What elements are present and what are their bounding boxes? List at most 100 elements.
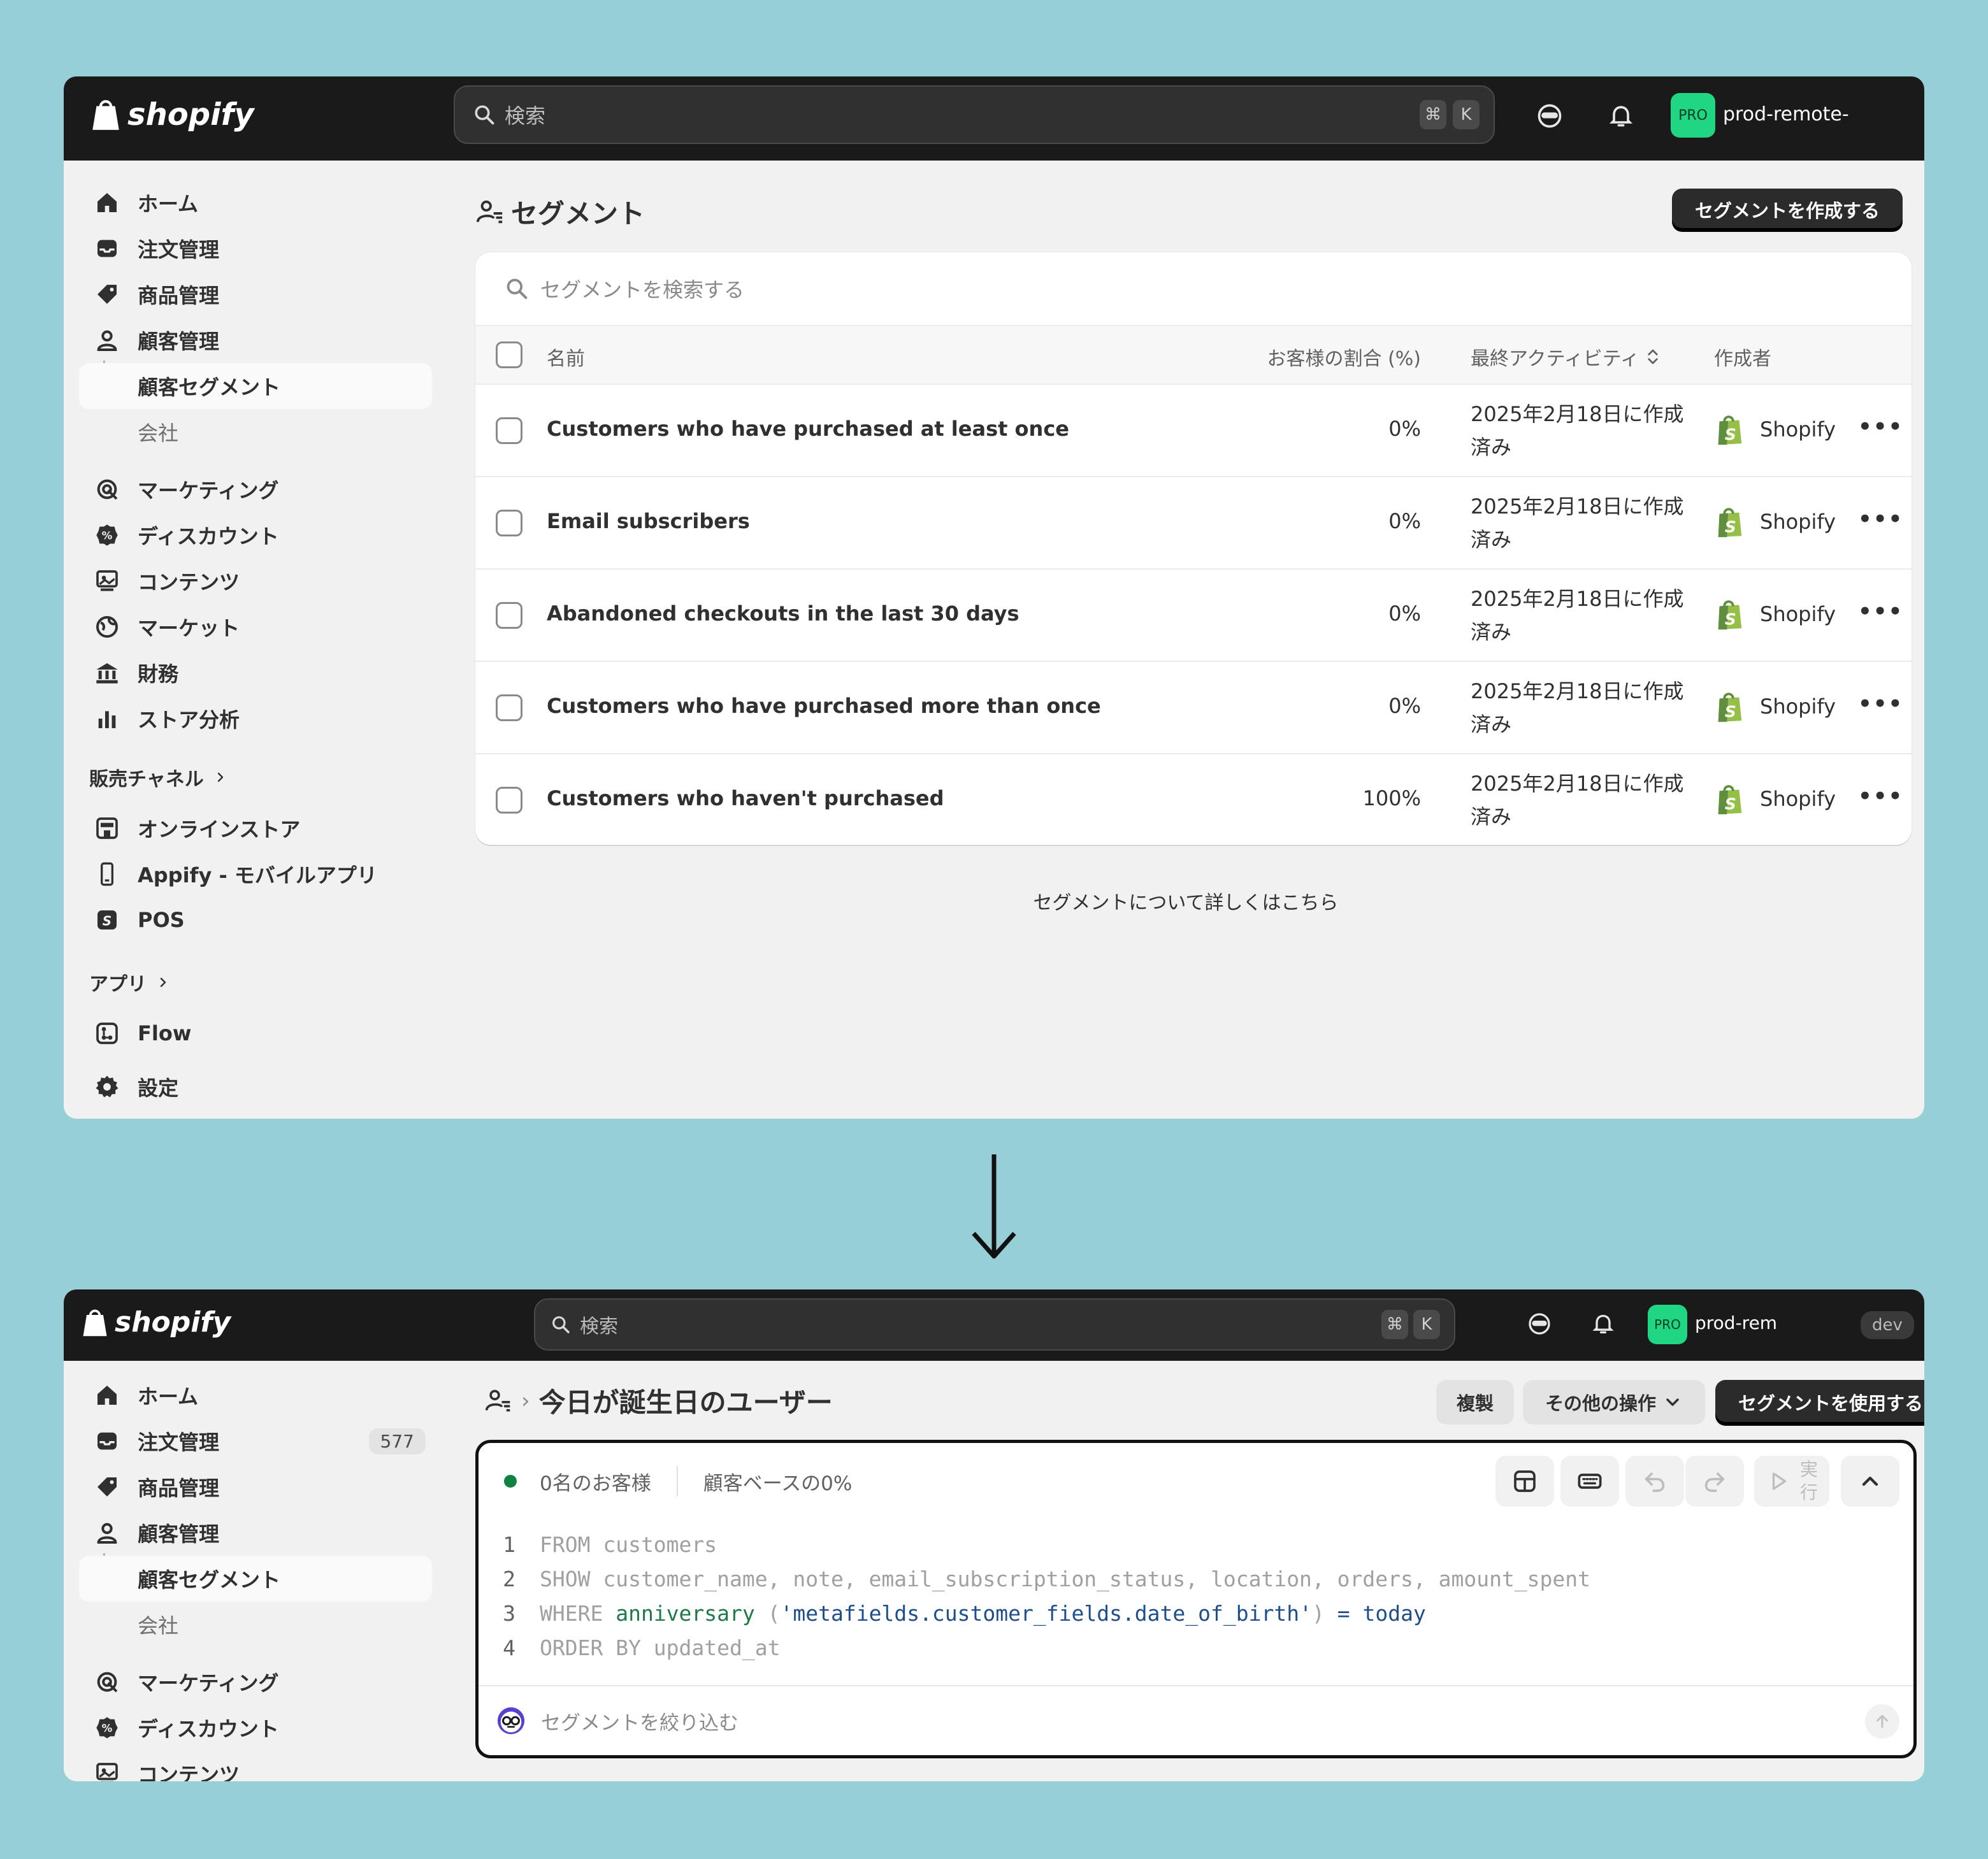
segment-name[interactable]: Abandoned checkouts in the last 30 days — [547, 601, 1019, 626]
segment-search-input[interactable]: セグメントを検索する — [475, 252, 1912, 325]
sidebar-item-orders[interactable]: 注文管理 577 — [79, 1418, 432, 1464]
bell-icon[interactable] — [1607, 102, 1635, 130]
filter-prompt-input[interactable]: セグメントを絞り込む — [479, 1685, 1913, 1755]
store-name[interactable]: prod-remote- — [1723, 103, 1857, 126]
sidebar-item-label: マーケティング — [138, 1671, 279, 1695]
sidebar-item-discounts[interactable]: ディスカウント — [79, 512, 432, 558]
bell-icon[interactable] — [1590, 1311, 1616, 1337]
sidebar-item-label: 注文管理 — [138, 1430, 220, 1454]
sidebar-item-markets[interactable]: マーケット — [79, 604, 432, 650]
code-editor[interactable]: 1 FROM customers 2 SHOW customer_name, note… — [479, 1527, 1913, 1671]
sidebar-item-settings[interactable]: 設定 — [79, 1064, 432, 1110]
segment-name[interactable]: Customers who haven't purchased — [547, 786, 944, 810]
sidebar-item-companies[interactable]: 会社 — [79, 409, 432, 455]
collapse-button[interactable] — [1841, 1456, 1899, 1507]
segment-activity: 2025年2月18日に作成済み — [1471, 402, 1684, 459]
sidebar-item-label: 設定 — [138, 1076, 179, 1100]
sidebar-item-content[interactable]: コンテンツ — [79, 558, 432, 604]
segment-name[interactable]: Customers who have purchased more than o… — [547, 694, 1101, 718]
sales-channels-heading[interactable]: 販売チャネル — [89, 763, 228, 791]
sidebar-item-orders[interactable]: 注文管理 — [79, 226, 432, 271]
more-actions-button[interactable]: その他の操作 — [1523, 1380, 1705, 1425]
shopify-logo[interactable]: shopify — [80, 1306, 231, 1339]
sidebar-item-marketing[interactable]: マーケティング — [79, 1659, 432, 1705]
learn-more-link[interactable]: セグメントについて詳しくはこちら — [447, 887, 1924, 915]
code-line[interactable]: 2 SHOW customer_name, note, email_subscri… — [479, 1561, 1590, 1596]
more-actions-icon[interactable]: ••• — [1858, 784, 1903, 809]
search-icon — [473, 103, 496, 126]
row-checkbox[interactable] — [496, 417, 522, 444]
sidebar-item-analytics[interactable]: ストア分析 — [79, 696, 432, 742]
sidebar-item-online-store[interactable]: オンラインストア — [79, 805, 432, 851]
segment-name[interactable]: Email subscribers — [547, 509, 750, 533]
code-line[interactable]: 1 FROM customers — [479, 1527, 717, 1561]
row-checkbox[interactable] — [496, 787, 522, 814]
row-checkbox[interactable] — [496, 602, 522, 629]
table-row[interactable]: Customers who haven't purchased 100% 202… — [475, 754, 1912, 845]
table-row[interactable]: Customers who have purchased more than o… — [475, 662, 1912, 754]
sidebar-item-home[interactable]: ホーム — [79, 180, 432, 226]
sidebar-item-flow[interactable]: Flow — [79, 1010, 432, 1056]
sidebar-item-content[interactable]: コンテンツ — [79, 1751, 432, 1781]
code-line[interactable]: 4 ORDER BY updated_at — [479, 1630, 780, 1665]
submit-button[interactable] — [1865, 1704, 1899, 1739]
code-token: = — [1337, 1600, 1350, 1626]
global-search-input[interactable]: 検索 ⌘ K — [454, 85, 1495, 144]
sidebar-item-discounts[interactable]: ディスカウント — [79, 1705, 432, 1751]
column-creator[interactable]: 作成者 — [1714, 343, 1771, 371]
sidebar-item-marketing[interactable]: マーケティング — [79, 466, 432, 512]
shopify-logo[interactable]: shopify — [89, 97, 254, 133]
layout-button[interactable] — [1495, 1456, 1554, 1507]
run-button[interactable]: 実行 — [1754, 1456, 1829, 1507]
sidebar-item-home[interactable]: ホーム — [79, 1372, 432, 1418]
search-placeholder: 検索 — [505, 104, 546, 128]
sidekick-icon[interactable] — [1527, 1311, 1552, 1337]
sidebar-item-customers[interactable]: 顧客管理 — [79, 317, 432, 363]
more-actions-icon[interactable]: ••• — [1858, 414, 1903, 440]
orders-icon — [94, 1428, 120, 1454]
chevron-up-icon — [1857, 1468, 1883, 1494]
keyboard-shortcuts-button[interactable] — [1560, 1456, 1619, 1507]
more-actions-icon[interactable]: ••• — [1858, 599, 1903, 624]
store-avatar[interactable]: PRO — [1671, 93, 1715, 138]
create-segment-button[interactable]: セグメントを作成する — [1672, 189, 1903, 231]
store-name[interactable]: prod-remote- — [1695, 1312, 1778, 1333]
apps-heading[interactable]: アプリ — [89, 968, 171, 996]
column-activity[interactable]: 最終アクティビティ — [1471, 343, 1662, 371]
sidebar-item-customer-segments[interactable]: 顧客セグメント — [79, 1556, 432, 1602]
column-share[interactable]: お客様の割合 (%) — [1267, 343, 1421, 371]
use-segment-button[interactable]: セグメントを使用する — [1715, 1380, 1924, 1425]
use-segment-label: セグメントを使用する — [1738, 1393, 1923, 1414]
sidebar-item-appify[interactable]: Appify - モバイルアプリ — [79, 851, 432, 897]
table-row[interactable]: Customers who have purchased at least on… — [475, 385, 1912, 477]
duplicate-button[interactable]: 複製 — [1436, 1380, 1514, 1425]
chevron-right-icon — [213, 770, 228, 785]
sidekick-icon[interactable] — [1536, 102, 1564, 130]
column-name[interactable]: 名前 — [547, 343, 585, 371]
store-avatar[interactable]: PRO — [1648, 1305, 1687, 1344]
gear-icon — [94, 1074, 120, 1100]
segment-name[interactable]: Customers who have purchased at least on… — [547, 417, 1069, 441]
segment-creator: Shopify — [1714, 598, 1836, 631]
global-search-input[interactable]: 検索 ⌘ K — [534, 1298, 1455, 1351]
redo-button[interactable] — [1685, 1456, 1744, 1507]
select-all-checkbox[interactable] — [496, 341, 522, 368]
sidebar-item-finance[interactable]: 財務 — [79, 650, 432, 696]
sidebar-item-customer-segments[interactable]: 顧客セグメント — [79, 363, 432, 409]
more-actions-icon[interactable]: ••• — [1858, 691, 1903, 717]
creator-name: Shopify — [1760, 510, 1836, 534]
sidebar-item-products[interactable]: 商品管理 — [79, 1464, 432, 1510]
segment-icon[interactable] — [484, 1387, 512, 1415]
table-row[interactable]: Email subscribers 0% 2025年2月18日に作成済み Sho… — [475, 477, 1912, 570]
sidebar-item-companies[interactable]: 会社 — [79, 1602, 432, 1647]
undo-button[interactable] — [1625, 1456, 1684, 1507]
sidebar-item-customers[interactable]: 顧客管理 — [79, 1510, 432, 1556]
row-checkbox[interactable] — [496, 694, 522, 721]
more-actions-icon[interactable]: ••• — [1858, 506, 1903, 532]
code-line[interactable]: 3 WHERE anniversary ('metafields.customer… — [479, 1596, 1426, 1630]
table-row[interactable]: Abandoned checkouts in the last 30 days … — [475, 570, 1912, 662]
row-checkbox[interactable] — [496, 510, 522, 536]
sidebar-item-pos[interactable]: POS — [79, 897, 432, 943]
sidebar-item-products[interactable]: 商品管理 — [79, 271, 432, 317]
run-label: 実行 — [1800, 1459, 1819, 1503]
